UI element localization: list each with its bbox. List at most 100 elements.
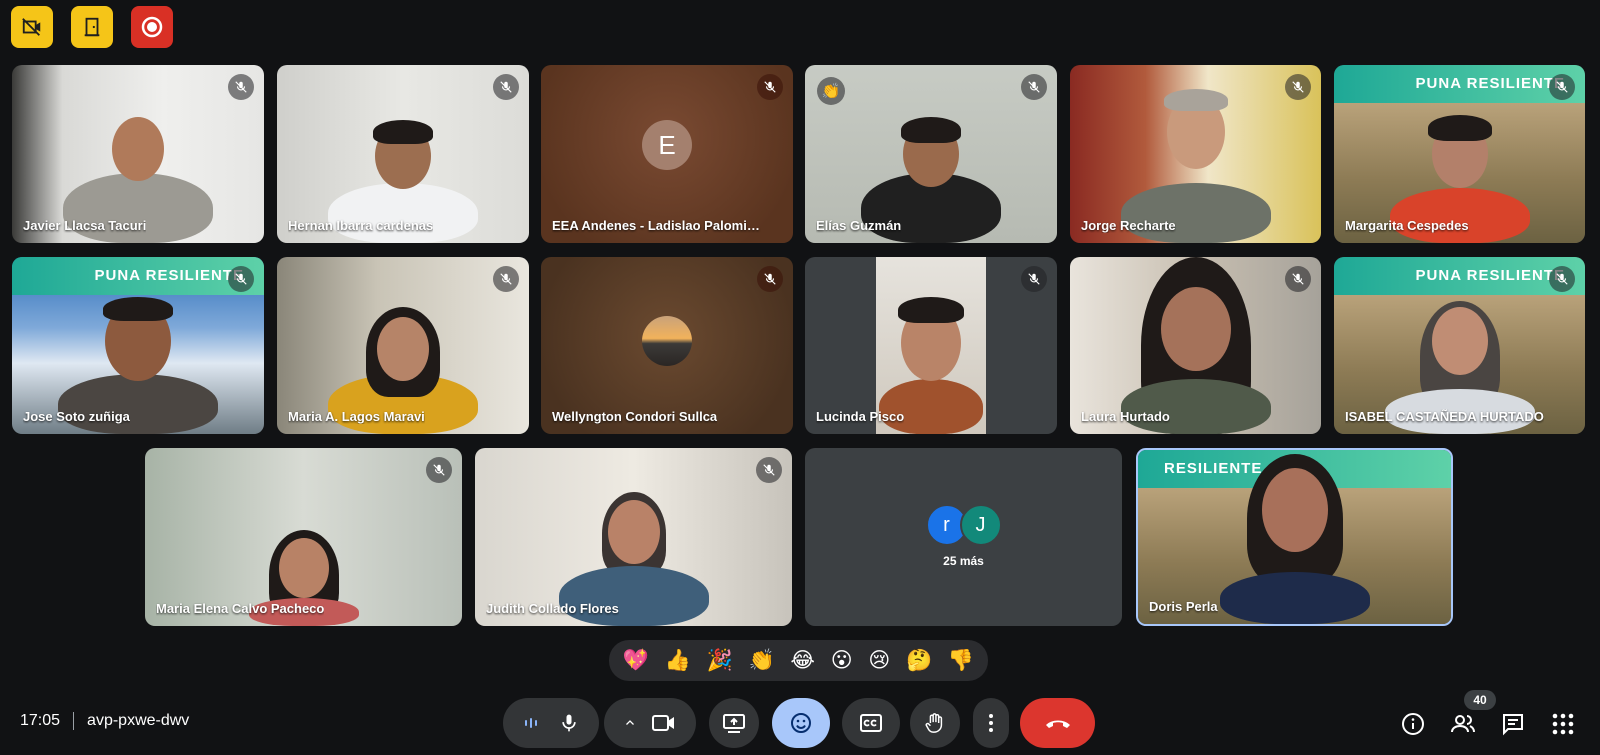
reaction-clap-icon[interactable]: 👏 bbox=[749, 650, 775, 671]
participant-clothing bbox=[879, 379, 983, 434]
muted-mic-icon bbox=[228, 266, 254, 292]
people-count-badge: 40 bbox=[1464, 690, 1496, 710]
participant-tile[interactable]: PUNA RESILIENTE Jose Soto zuñiga bbox=[12, 257, 264, 434]
muted-mic-icon bbox=[426, 457, 452, 483]
muted-mic-icon bbox=[1549, 74, 1575, 100]
participant-tile[interactable]: E EEA Andenes - Ladislao Palomino F... bbox=[541, 65, 793, 243]
participant-avatar: E bbox=[642, 120, 692, 170]
raise-hand-icon bbox=[925, 713, 943, 733]
more-participants-avatars: r J bbox=[925, 504, 1002, 546]
reaction-thumbs-up-icon[interactable]: 👍 bbox=[665, 650, 691, 671]
more-participants-tile[interactable]: r J 25 más bbox=[805, 448, 1122, 626]
participant-name: Maria Elena Calvo Pacheco bbox=[156, 601, 325, 616]
reaction-sad-icon[interactable]: 😢 bbox=[868, 650, 890, 671]
muted-mic-icon bbox=[757, 266, 783, 292]
microphone-icon[interactable] bbox=[559, 712, 579, 734]
no-video-indicator-icon[interactable] bbox=[11, 6, 53, 48]
participant-tile[interactable]: Javier Llacsa Tacuri bbox=[12, 65, 264, 243]
emoji-reactions-button[interactable] bbox=[772, 698, 830, 748]
meeting-code[interactable]: avp-pxwe-dwv bbox=[87, 712, 189, 730]
audio-level-icon bbox=[523, 715, 539, 731]
participant-face bbox=[607, 500, 660, 564]
reaction-thinking-icon[interactable]: 🤔 bbox=[906, 650, 932, 671]
participant-tile[interactable]: Maria A. Lagos Maravi bbox=[277, 257, 529, 434]
camera-icon[interactable] bbox=[652, 713, 676, 733]
camera-control[interactable] bbox=[604, 698, 696, 748]
participant-name: Lucinda Pisco bbox=[816, 409, 905, 424]
meeting-details-button[interactable] bbox=[1399, 710, 1427, 738]
participant-video bbox=[58, 374, 218, 434]
muted-mic-icon bbox=[1549, 266, 1575, 292]
participant-face bbox=[1261, 468, 1328, 552]
leave-call-button[interactable] bbox=[1020, 698, 1095, 748]
raise-hand-button[interactable] bbox=[910, 698, 960, 748]
participant-avatar bbox=[642, 315, 692, 366]
recording-indicator-icon[interactable] bbox=[131, 6, 173, 48]
reaction-heart-icon[interactable]: 💖 bbox=[623, 650, 649, 671]
participant-face bbox=[278, 538, 329, 598]
participant-video bbox=[328, 183, 478, 243]
muted-mic-icon bbox=[493, 74, 519, 100]
reaction-laugh-icon[interactable]: 😂 bbox=[790, 650, 815, 671]
meeting-info: 17:05 avp-pxwe-dwv bbox=[20, 712, 189, 730]
participant-hair bbox=[1163, 89, 1228, 111]
muted-mic-icon bbox=[756, 457, 782, 483]
participant-tile[interactable]: Judith Collado Flores bbox=[475, 448, 792, 626]
top-indicators bbox=[11, 6, 173, 48]
more-participants-label: 25 más bbox=[943, 554, 984, 568]
participant-hair bbox=[373, 120, 433, 144]
clap-reaction-icon: 👏 bbox=[817, 77, 845, 105]
participant-tile[interactable]: PUNA RESILIENTE Margarita Cespedes bbox=[1334, 65, 1585, 243]
participant-tile[interactable]: Laura Hurtado bbox=[1070, 257, 1321, 434]
reaction-surprised-icon[interactable]: 😮 bbox=[831, 650, 853, 671]
muted-mic-icon bbox=[757, 74, 783, 100]
people-button[interactable] bbox=[1449, 710, 1477, 738]
chat-button[interactable] bbox=[1499, 710, 1527, 738]
captions-icon bbox=[860, 714, 882, 732]
participant-name: Wellyngton Condori Sullca bbox=[552, 409, 718, 424]
participant-tile[interactable]: PUNA RESILIENTE ISABEL CASTAÑEDA HURTADO bbox=[1334, 257, 1585, 434]
participant-name: Maria A. Lagos Maravi bbox=[288, 409, 425, 424]
participant-name: Javier Llacsa Tacuri bbox=[23, 218, 147, 233]
participant-video bbox=[1389, 188, 1530, 243]
participant-tile[interactable]: Jorge Recharte bbox=[1070, 65, 1321, 243]
background-banner: PUNA RESILIENTE bbox=[1334, 65, 1585, 103]
meeting-time: 17:05 bbox=[20, 712, 61, 729]
participant-tile[interactable]: Wellyngton Condori Sullca bbox=[541, 257, 793, 434]
more-options-button[interactable] bbox=[973, 698, 1009, 748]
participant-tile[interactable]: 👏 Elías Guzmán bbox=[805, 65, 1057, 243]
muted-mic-icon bbox=[493, 266, 519, 292]
muted-mic-icon bbox=[228, 74, 254, 100]
participant-video bbox=[1219, 572, 1370, 624]
present-screen-button[interactable] bbox=[709, 698, 759, 748]
participant-tile[interactable]: Lucinda Pisco bbox=[805, 257, 1057, 434]
participant-name: Doris Perla bbox=[1149, 599, 1218, 614]
participant-hair bbox=[898, 297, 964, 323]
captions-button[interactable] bbox=[842, 698, 900, 748]
muted-mic-icon bbox=[1285, 266, 1311, 292]
participant-name: Judith Collado Flores bbox=[486, 601, 619, 616]
participant-face bbox=[112, 117, 164, 181]
participant-name: Hernan Ibarra cardenas bbox=[288, 218, 434, 233]
muted-mic-icon bbox=[1285, 74, 1311, 100]
chat-icon bbox=[1503, 714, 1523, 736]
participant-name: Jorge Recharte bbox=[1081, 218, 1176, 233]
activities-button[interactable] bbox=[1549, 710, 1577, 738]
participant-name: ISABEL CASTAÑEDA HURTADO bbox=[1345, 409, 1544, 424]
reaction-party-icon[interactable]: 🎉 bbox=[707, 650, 733, 671]
emoji-icon bbox=[791, 713, 811, 733]
more-vert-icon bbox=[989, 714, 993, 732]
participant-name: Margarita Cespedes bbox=[1345, 218, 1469, 233]
muted-mic-icon bbox=[1021, 266, 1047, 292]
participant-tile-speaking[interactable]: RESILIENTE Doris Perla bbox=[1136, 448, 1453, 626]
door-indicator-icon[interactable] bbox=[71, 6, 113, 48]
microphone-control[interactable] bbox=[503, 698, 599, 748]
participant-tile[interactable]: Hernan Ibarra cardenas bbox=[277, 65, 529, 243]
reaction-thumbs-down-icon[interactable]: 👎 bbox=[948, 650, 974, 671]
participant-video bbox=[1120, 183, 1271, 243]
present-screen-icon bbox=[723, 714, 745, 733]
participant-tile[interactable]: Maria Elena Calvo Pacheco bbox=[145, 448, 462, 626]
chevron-up-icon[interactable] bbox=[624, 717, 636, 729]
participant-hair bbox=[1427, 115, 1492, 141]
participant-avatar: J bbox=[959, 504, 1002, 546]
